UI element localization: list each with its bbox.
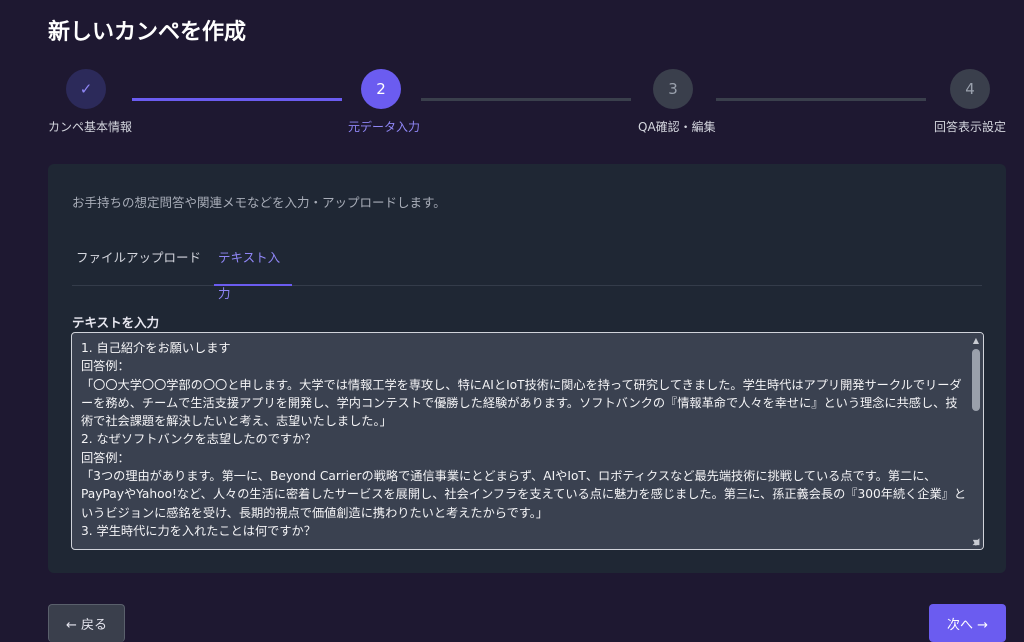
source-data-panel: お手持ちの想定問答や関連メモなどを入力・アップロードします。 ファイルアップロー… — [48, 164, 1006, 573]
step-4-label: 回答表示設定 — [934, 120, 1007, 134]
step-4-number: 4 — [950, 69, 990, 109]
step-1-label: カンペ基本情報 — [48, 120, 133, 134]
progress-stepper: ✓ カンペ基本情報 2 元データ入力 3 QA確認・編集 4 回答表示設定 — [0, 60, 1024, 140]
step-1-check-icon: ✓ — [66, 69, 106, 109]
next-button[interactable]: 次へ → — [929, 604, 1006, 642]
step-connector-1 — [132, 98, 342, 101]
step-3-number: 3 — [653, 69, 693, 109]
text-input-area[interactable]: 1. 自己紹介をお願いします 回答例： 「〇〇大学〇〇学部の〇〇と申します。大学… — [71, 332, 984, 550]
textarea-scrollbar[interactable]: ▲ ▼ — [969, 333, 983, 549]
page-title: 新しいカンペを作成 — [48, 20, 247, 45]
back-button[interactable]: ← 戻る — [48, 604, 125, 642]
scroll-thumb[interactable] — [972, 349, 980, 411]
text-input-value[interactable]: 1. 自己紹介をお願いします 回答例： 「〇〇大学〇〇学部の〇〇と申します。大学… — [81, 339, 969, 540]
panel-description: お手持ちの想定問答や関連メモなどを入力・アップロードします。 — [72, 195, 446, 210]
tab-file-upload[interactable]: ファイルアップロード — [72, 240, 205, 286]
step-3-label: QA確認・編集 — [638, 120, 716, 134]
step-2-label: 元データ入力 — [348, 120, 421, 134]
tab-text-input[interactable]: テキスト入力 — [214, 240, 292, 301]
text-field-label: テキストを入力 — [72, 315, 160, 330]
scroll-up-arrow-icon[interactable]: ▲ — [969, 333, 983, 347]
input-mode-tabs: ファイルアップロード テキスト入力 — [72, 240, 982, 301]
step-connector-3 — [716, 98, 926, 101]
step-connector-2 — [421, 98, 631, 101]
step-2-number: 2 — [361, 69, 401, 109]
resize-grip-icon[interactable]: ◢ — [970, 536, 982, 548]
